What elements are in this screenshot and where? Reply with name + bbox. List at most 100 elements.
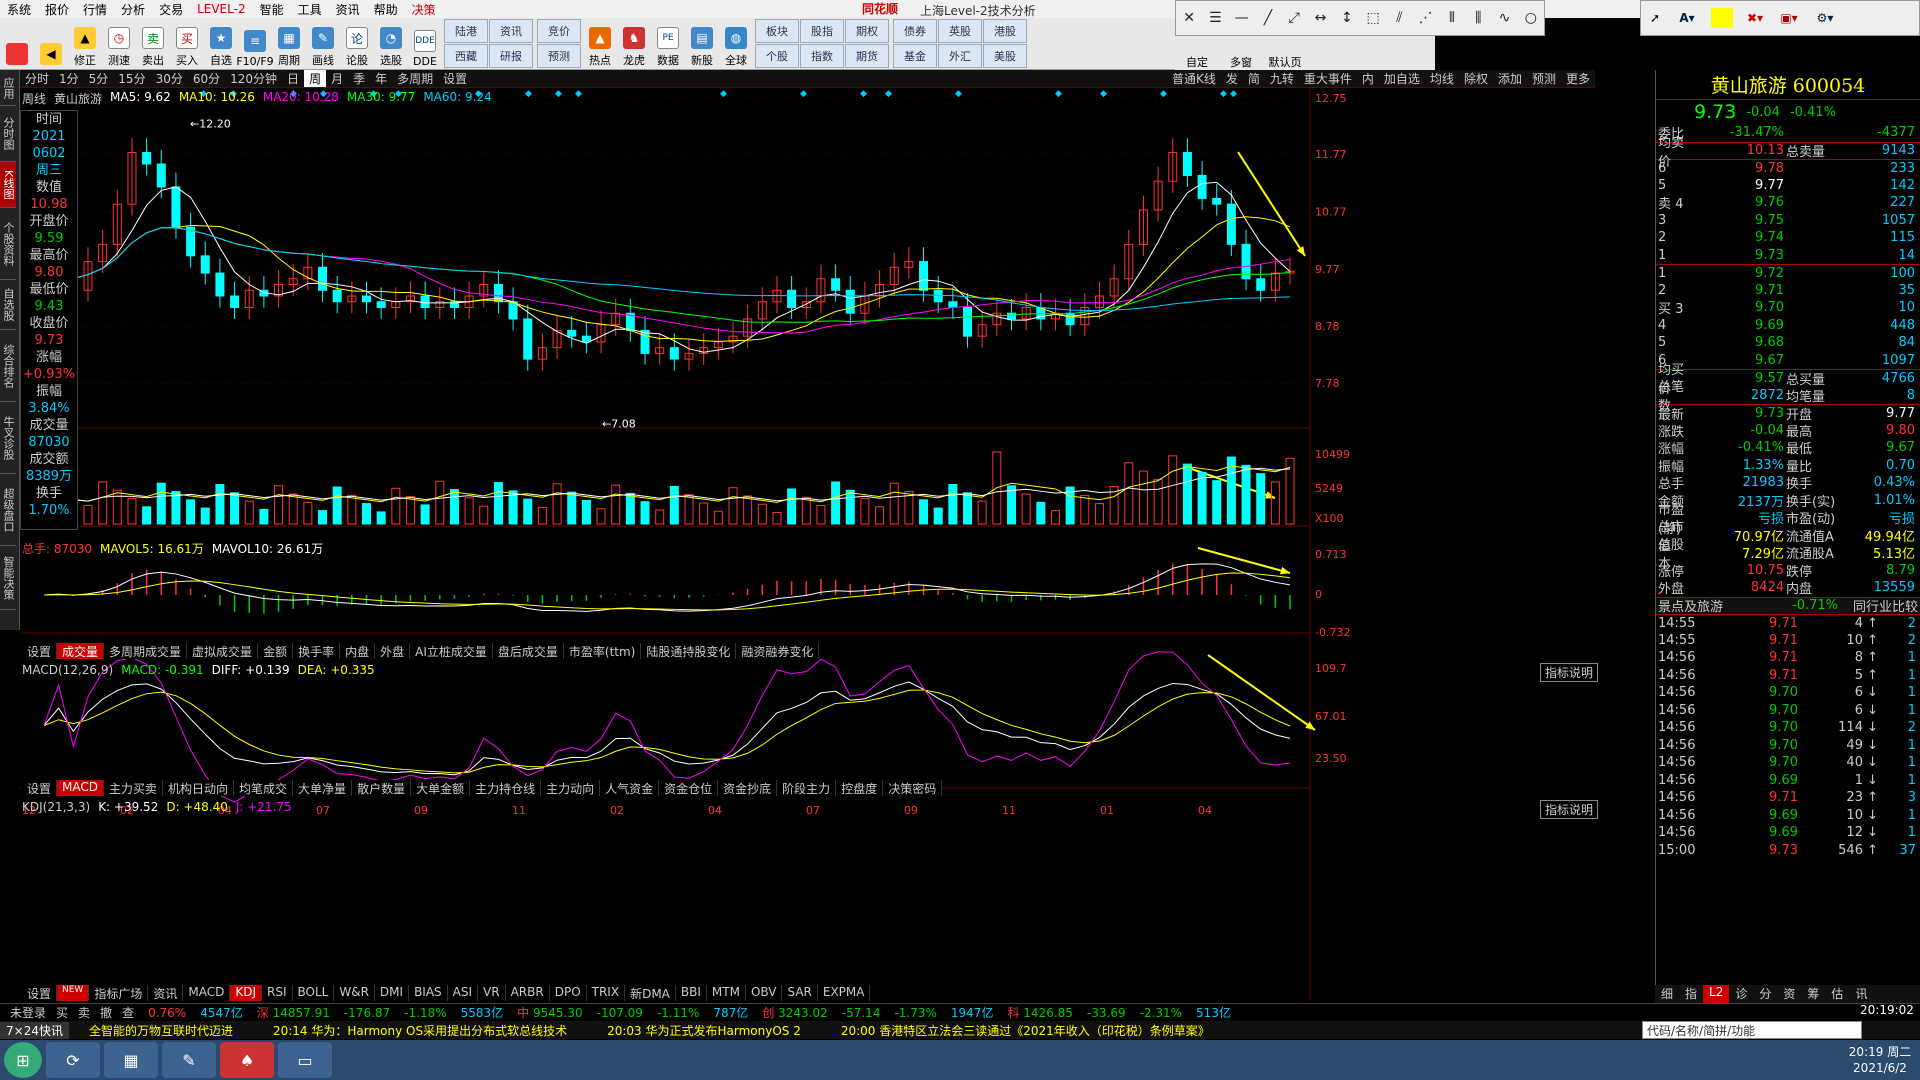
research-button[interactable]: 研报 [489,44,533,68]
tab-macdtabs-2[interactable]: 主力买卖 [104,780,164,796]
menu-trade[interactable]: 交易 [152,1,190,18]
period-settings[interactable]: 设置 [438,70,472,87]
futures-button[interactable]: 期货 [845,44,889,68]
nav-stock-profile[interactable]: 个股资料 [0,208,16,280]
tab-macdtabs-5[interactable]: 大单净量 [293,780,353,796]
tool-ma[interactable]: 均线 [1425,70,1459,87]
kline-type-select[interactable]: 普通K线 [1167,70,1221,87]
menu-news[interactable]: 资讯 [329,1,367,18]
bars-icon[interactable]: ⫼ [1465,4,1491,32]
tab-kdjtabs-20[interactable]: SAR [782,985,818,1001]
taskbar-app-1-icon[interactable]: ⟳ [46,1042,100,1078]
tool-more[interactable]: 更多 [1561,70,1595,87]
auction-button[interactable]: 竞价 [537,19,581,43]
nav-smart-decision[interactable]: 智能决策 [0,546,16,610]
quote-tab-0[interactable]: 细 [1655,985,1679,1003]
tibet-button[interactable]: 西藏 [444,44,488,68]
taskbar-ths-icon[interactable]: ♠ [220,1042,274,1078]
tab-macdtabs-10[interactable]: 人气资金 [600,780,660,796]
hotspot-button[interactable]: ▲ 热点 [583,18,617,68]
nav-apps[interactable]: 应用 [0,70,16,106]
tick-row[interactable]: 15:00 9.73 546 ↑ 37 [1656,842,1920,860]
menu-system[interactable]: 系统 [0,1,38,18]
kdj-help-button[interactable]: 指标说明 [1540,800,1599,819]
tool-jiuzhuan[interactable]: 九转 [1265,70,1299,87]
code-search-input[interactable]: 代码/名称/简拼/功能 [1642,1021,1862,1039]
data-button[interactable]: PE 数据 [651,18,685,68]
quote-tab-3[interactable]: 诊 [1729,985,1753,1003]
tab-kdjtabs-17[interactable]: BBI [676,985,707,1001]
buy-level-row[interactable]: 6 9.67 1097 [1656,352,1920,370]
vline-icon[interactable]: ↕ [1334,4,1360,32]
tab-voltabs-10[interactable]: 市盈率(ttm) [564,643,642,659]
period-5min[interactable]: 5分 [84,70,114,87]
options-button[interactable]: 期权 [845,19,889,43]
menu-analysis[interactable]: 分析 [114,1,152,18]
tab-macdtabs-7[interactable]: 大单金额 [411,780,471,796]
draw-line-button[interactable]: ✎ 画线 [306,18,340,68]
tab-macdtabs-14[interactable]: 控盘度 [836,780,884,796]
nav-kline[interactable]: K线图 [0,162,16,208]
custom-button[interactable]: 自定 [1175,20,1219,70]
tool-major-events[interactable]: 重大事件 [1299,70,1357,87]
menu-quote[interactable]: 报价 [38,1,76,18]
stat-row[interactable]: 涨幅 -0.41% 最低 9.67 [1656,439,1920,457]
tab-macdtabs-9[interactable]: 主力动向 [541,780,601,796]
taskbar-folder-icon[interactable]: ▭ [278,1042,332,1078]
period-day[interactable]: 日 [282,70,304,87]
tick-row[interactable]: 14:55 9.71 10 ↑ 2 [1656,632,1920,650]
forex-button[interactable]: 外汇 [938,44,982,68]
stat-row[interactable]: 外盘 8424 内盘 13559 [1656,579,1920,597]
sell-level-row[interactable]: 卖 4 9.76 227 [1656,194,1920,212]
tab-macdtabs-4[interactable]: 均笔成交 [234,780,294,796]
tab-kdjtabs-10[interactable]: BIAS [409,985,448,1001]
tool-add[interactable]: 添加 [1493,70,1527,87]
stat-row[interactable]: 最新 9.73 开盘 9.77 [1656,404,1920,423]
quote-tab-4[interactable]: 分 [1753,985,1777,1003]
tool-fa[interactable]: 发 [1221,70,1243,87]
tick-row[interactable]: 14:56 9.70 49 ↓ 1 [1656,737,1920,755]
macd-help-button[interactable]: 指标说明 [1540,663,1599,682]
tick-row[interactable]: 14:56 9.71 5 ↑ 1 [1656,667,1920,685]
sell-level-row[interactable]: 5 9.77 142 [1656,177,1920,195]
tab-kdjtabs-19[interactable]: OBV [746,985,783,1001]
trade-count-row[interactable]: 总笔数 2872 均笔量 8 [1656,380,1920,414]
tab-kdjtabs-16[interactable]: 新DMA [625,985,676,1001]
stat-row[interactable]: 总股本 7.29亿 流通股A 5.13亿 [1656,538,1920,572]
nav-watchlist[interactable]: 自选股 [0,280,16,330]
tab-voltabs-6[interactable]: 内盘 [340,643,376,659]
quote-tab-5[interactable]: 资 [1777,985,1801,1003]
tick-row[interactable]: 14:56 9.70 6 ↓ 1 [1656,702,1920,720]
watchlist-button[interactable]: ★ 自选 [204,18,238,68]
stat-row[interactable]: 涨跌 -0.04 最高 9.80 [1656,422,1920,440]
period-button[interactable]: ▦ 周期 [272,18,306,68]
cursor-icon[interactable]: ➚ [1641,11,1669,25]
tab-macdtabs-15[interactable]: 决策密码 [883,780,943,796]
period-month[interactable]: 月 [326,70,348,87]
single-stock-button[interactable]: 个股 [755,44,799,68]
multiwindow-button[interactable]: 多窗 [1219,20,1263,70]
quote-tab-2[interactable]: L2 [1703,985,1730,1003]
tab-voltabs-2[interactable]: 多周期成交量 [104,643,188,659]
us-stock-button[interactable]: 美股 [983,44,1027,68]
tab-kdjtabs-4[interactable]: MACD [183,985,231,1001]
tab-macdtabs-13[interactable]: 阶段主力 [777,780,837,796]
news-item-3[interactable]: 20:03 华为正式发布HarmonyOS 2 [607,1022,801,1039]
tab-kdjtabs-11[interactable]: ASI [448,985,479,1001]
tab-macdtabs-0[interactable]: 设置 [22,780,58,796]
news-item-2[interactable]: 20:14 华为：Harmony OS采用提出分布式软总线技术 [273,1022,567,1039]
tab-kdjtabs-14[interactable]: DPO [550,985,587,1001]
menu-smart[interactable]: 智能 [253,1,291,18]
channel-icon[interactable]: ⫽ [1386,4,1412,32]
tick-row[interactable]: 14:56 9.69 1 ↓ 1 [1656,772,1920,790]
period-multi[interactable]: 多周期 [392,70,438,87]
period-week[interactable]: 周 [304,70,327,87]
index-item[interactable]: 买 [56,1004,68,1021]
tick-row[interactable]: 14:56 9.71 8 ↑ 1 [1656,649,1920,667]
tab-kdjtabs-3[interactable]: 资讯 [148,985,184,1001]
stat-row[interactable]: 市盈(静) 亏损 市盈(动) 亏损 [1656,503,1920,537]
quote-tab-8[interactable]: 讯 [1849,985,1873,1003]
buy-level-row[interactable]: 买 3 9.70 10 [1656,299,1920,317]
cycle-icon[interactable]: ∿ [1491,4,1517,32]
global-button[interactable]: ◍ 全球 [719,18,753,68]
